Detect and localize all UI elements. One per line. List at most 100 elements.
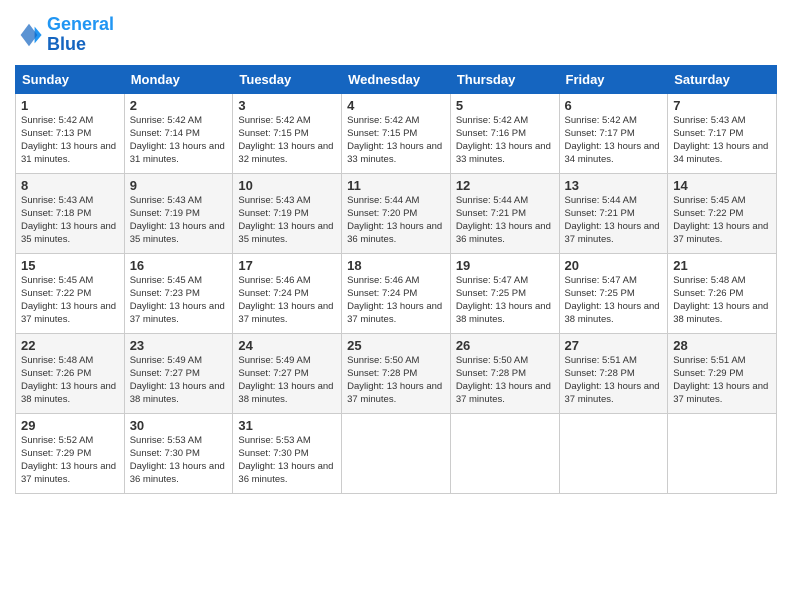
calendar-cell <box>342 413 451 493</box>
day-number: 8 <box>21 178 119 193</box>
day-info: Sunrise: 5:50 AMSunset: 7:28 PMDaylight:… <box>347 354 445 407</box>
calendar-cell: 21Sunrise: 5:48 AMSunset: 7:26 PMDayligh… <box>668 253 777 333</box>
logo-text: General Blue <box>47 15 114 55</box>
logo: General Blue <box>15 15 114 55</box>
day-number: 3 <box>238 98 336 113</box>
page-container: General Blue SundayMondayTuesdayWednesda… <box>0 0 792 504</box>
calendar-cell: 3Sunrise: 5:42 AMSunset: 7:15 PMDaylight… <box>233 93 342 173</box>
day-number: 31 <box>238 418 336 433</box>
calendar-cell: 14Sunrise: 5:45 AMSunset: 7:22 PMDayligh… <box>668 173 777 253</box>
day-info: Sunrise: 5:42 AMSunset: 7:14 PMDaylight:… <box>130 114 228 167</box>
col-header-saturday: Saturday <box>668 65 777 93</box>
page-header: General Blue <box>15 15 777 55</box>
day-number: 12 <box>456 178 554 193</box>
calendar-cell: 26Sunrise: 5:50 AMSunset: 7:28 PMDayligh… <box>450 333 559 413</box>
calendar-table: SundayMondayTuesdayWednesdayThursdayFrid… <box>15 65 777 494</box>
calendar-cell: 11Sunrise: 5:44 AMSunset: 7:20 PMDayligh… <box>342 173 451 253</box>
calendar-week-3: 15Sunrise: 5:45 AMSunset: 7:22 PMDayligh… <box>16 253 777 333</box>
day-info: Sunrise: 5:47 AMSunset: 7:25 PMDaylight:… <box>456 274 554 327</box>
day-info: Sunrise: 5:51 AMSunset: 7:28 PMDaylight:… <box>565 354 663 407</box>
day-info: Sunrise: 5:42 AMSunset: 7:13 PMDaylight:… <box>21 114 119 167</box>
calendar-cell: 5Sunrise: 5:42 AMSunset: 7:16 PMDaylight… <box>450 93 559 173</box>
day-number: 4 <box>347 98 445 113</box>
calendar-cell: 24Sunrise: 5:49 AMSunset: 7:27 PMDayligh… <box>233 333 342 413</box>
day-info: Sunrise: 5:43 AMSunset: 7:19 PMDaylight:… <box>130 194 228 247</box>
col-header-friday: Friday <box>559 65 668 93</box>
header-row: SundayMondayTuesdayWednesdayThursdayFrid… <box>16 65 777 93</box>
col-header-wednesday: Wednesday <box>342 65 451 93</box>
calendar-cell: 30Sunrise: 5:53 AMSunset: 7:30 PMDayligh… <box>124 413 233 493</box>
calendar-cell: 10Sunrise: 5:43 AMSunset: 7:19 PMDayligh… <box>233 173 342 253</box>
logo-icon <box>15 21 43 49</box>
calendar-cell: 2Sunrise: 5:42 AMSunset: 7:14 PMDaylight… <box>124 93 233 173</box>
day-info: Sunrise: 5:42 AMSunset: 7:16 PMDaylight:… <box>456 114 554 167</box>
calendar-cell: 4Sunrise: 5:42 AMSunset: 7:15 PMDaylight… <box>342 93 451 173</box>
day-info: Sunrise: 5:45 AMSunset: 7:23 PMDaylight:… <box>130 274 228 327</box>
day-number: 11 <box>347 178 445 193</box>
day-number: 6 <box>565 98 663 113</box>
calendar-cell: 6Sunrise: 5:42 AMSunset: 7:17 PMDaylight… <box>559 93 668 173</box>
calendar-cell <box>559 413 668 493</box>
day-number: 24 <box>238 338 336 353</box>
day-number: 2 <box>130 98 228 113</box>
day-number: 22 <box>21 338 119 353</box>
day-number: 15 <box>21 258 119 273</box>
day-info: Sunrise: 5:44 AMSunset: 7:21 PMDaylight:… <box>565 194 663 247</box>
day-info: Sunrise: 5:43 AMSunset: 7:17 PMDaylight:… <box>673 114 771 167</box>
day-info: Sunrise: 5:46 AMSunset: 7:24 PMDaylight:… <box>347 274 445 327</box>
day-info: Sunrise: 5:48 AMSunset: 7:26 PMDaylight:… <box>21 354 119 407</box>
day-number: 28 <box>673 338 771 353</box>
calendar-cell: 31Sunrise: 5:53 AMSunset: 7:30 PMDayligh… <box>233 413 342 493</box>
day-number: 23 <box>130 338 228 353</box>
col-header-tuesday: Tuesday <box>233 65 342 93</box>
day-info: Sunrise: 5:42 AMSunset: 7:15 PMDaylight:… <box>238 114 336 167</box>
day-number: 13 <box>565 178 663 193</box>
calendar-week-4: 22Sunrise: 5:48 AMSunset: 7:26 PMDayligh… <box>16 333 777 413</box>
day-info: Sunrise: 5:45 AMSunset: 7:22 PMDaylight:… <box>673 194 771 247</box>
calendar-cell: 12Sunrise: 5:44 AMSunset: 7:21 PMDayligh… <box>450 173 559 253</box>
calendar-cell: 29Sunrise: 5:52 AMSunset: 7:29 PMDayligh… <box>16 413 125 493</box>
calendar-cell: 20Sunrise: 5:47 AMSunset: 7:25 PMDayligh… <box>559 253 668 333</box>
calendar-cell: 1Sunrise: 5:42 AMSunset: 7:13 PMDaylight… <box>16 93 125 173</box>
day-info: Sunrise: 5:43 AMSunset: 7:19 PMDaylight:… <box>238 194 336 247</box>
day-info: Sunrise: 5:49 AMSunset: 7:27 PMDaylight:… <box>130 354 228 407</box>
calendar-cell: 18Sunrise: 5:46 AMSunset: 7:24 PMDayligh… <box>342 253 451 333</box>
day-info: Sunrise: 5:42 AMSunset: 7:17 PMDaylight:… <box>565 114 663 167</box>
calendar-cell: 28Sunrise: 5:51 AMSunset: 7:29 PMDayligh… <box>668 333 777 413</box>
calendar-cell: 25Sunrise: 5:50 AMSunset: 7:28 PMDayligh… <box>342 333 451 413</box>
day-info: Sunrise: 5:47 AMSunset: 7:25 PMDaylight:… <box>565 274 663 327</box>
day-number: 21 <box>673 258 771 273</box>
calendar-week-2: 8Sunrise: 5:43 AMSunset: 7:18 PMDaylight… <box>16 173 777 253</box>
day-number: 14 <box>673 178 771 193</box>
col-header-thursday: Thursday <box>450 65 559 93</box>
day-number: 17 <box>238 258 336 273</box>
calendar-cell: 27Sunrise: 5:51 AMSunset: 7:28 PMDayligh… <box>559 333 668 413</box>
col-header-sunday: Sunday <box>16 65 125 93</box>
calendar-cell: 16Sunrise: 5:45 AMSunset: 7:23 PMDayligh… <box>124 253 233 333</box>
day-info: Sunrise: 5:42 AMSunset: 7:15 PMDaylight:… <box>347 114 445 167</box>
calendar-cell: 23Sunrise: 5:49 AMSunset: 7:27 PMDayligh… <box>124 333 233 413</box>
day-number: 29 <box>21 418 119 433</box>
calendar-cell: 22Sunrise: 5:48 AMSunset: 7:26 PMDayligh… <box>16 333 125 413</box>
day-number: 18 <box>347 258 445 273</box>
calendar-cell: 7Sunrise: 5:43 AMSunset: 7:17 PMDaylight… <box>668 93 777 173</box>
day-info: Sunrise: 5:52 AMSunset: 7:29 PMDaylight:… <box>21 434 119 487</box>
calendar-week-1: 1Sunrise: 5:42 AMSunset: 7:13 PMDaylight… <box>16 93 777 173</box>
day-info: Sunrise: 5:53 AMSunset: 7:30 PMDaylight:… <box>238 434 336 487</box>
calendar-cell <box>450 413 559 493</box>
day-number: 16 <box>130 258 228 273</box>
calendar-cell: 13Sunrise: 5:44 AMSunset: 7:21 PMDayligh… <box>559 173 668 253</box>
calendar-cell: 15Sunrise: 5:45 AMSunset: 7:22 PMDayligh… <box>16 253 125 333</box>
day-number: 27 <box>565 338 663 353</box>
day-info: Sunrise: 5:48 AMSunset: 7:26 PMDaylight:… <box>673 274 771 327</box>
day-info: Sunrise: 5:46 AMSunset: 7:24 PMDaylight:… <box>238 274 336 327</box>
day-number: 19 <box>456 258 554 273</box>
day-number: 10 <box>238 178 336 193</box>
day-number: 25 <box>347 338 445 353</box>
day-info: Sunrise: 5:45 AMSunset: 7:22 PMDaylight:… <box>21 274 119 327</box>
day-info: Sunrise: 5:51 AMSunset: 7:29 PMDaylight:… <box>673 354 771 407</box>
calendar-cell: 8Sunrise: 5:43 AMSunset: 7:18 PMDaylight… <box>16 173 125 253</box>
day-info: Sunrise: 5:44 AMSunset: 7:20 PMDaylight:… <box>347 194 445 247</box>
col-header-monday: Monday <box>124 65 233 93</box>
day-info: Sunrise: 5:44 AMSunset: 7:21 PMDaylight:… <box>456 194 554 247</box>
